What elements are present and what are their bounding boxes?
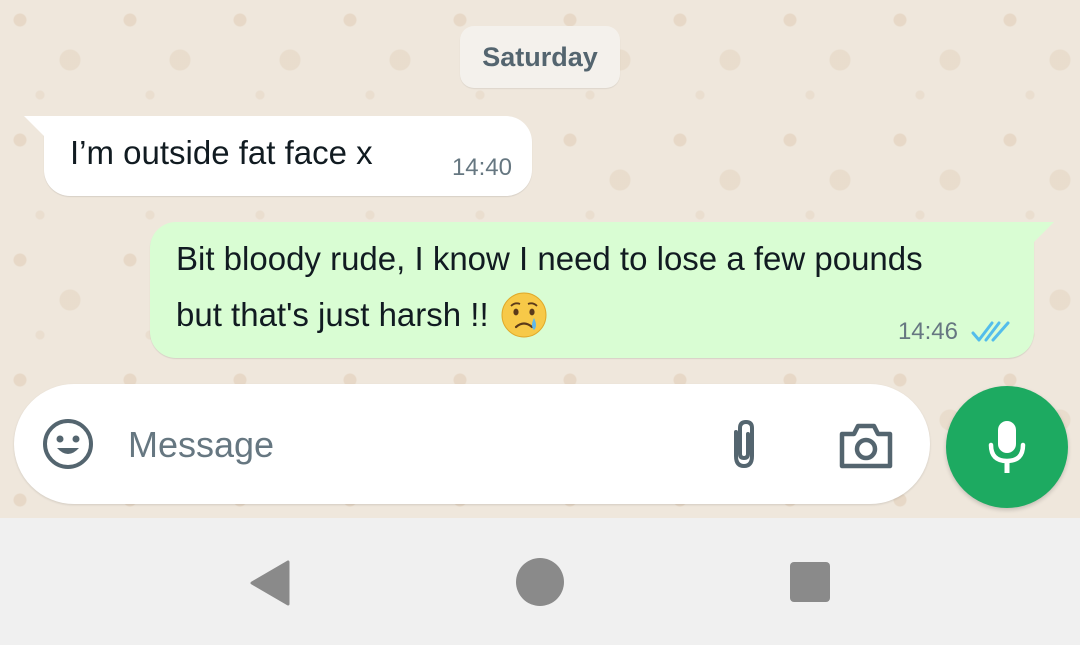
message-composer: Message [14,384,930,504]
outgoing-message-line-2-row: but that's just harsh !! [176,290,549,340]
date-separator-label: Saturday [482,41,598,72]
home-icon[interactable] [516,558,564,606]
paperclip-icon[interactable] [720,418,768,472]
outgoing-message-bubble[interactable]: Bit bloody rude, I know I need to lose a… [150,222,1054,358]
voice-message-button[interactable] [946,386,1068,508]
outgoing-message-meta: 14:46 [898,318,1012,346]
outgoing-message-line-2: but that's just harsh !! [176,296,489,333]
outgoing-message-line-1: Bit bloody rude, I know I need to lose a… [176,240,923,277]
incoming-message-time: 14:40 [451,154,512,181]
smiley-icon[interactable] [40,416,96,472]
incoming-message-text: I’m outside fat face x [70,134,373,171]
recents-icon[interactable] [790,562,830,602]
message-input[interactable]: Message [128,424,274,466]
incoming-message-bubble[interactable]: I’m outside fat face x 14:40 [24,116,532,196]
read-receipt-icon [971,321,1010,342]
outgoing-message-time: 14:46 [897,318,958,345]
mic-icon [988,421,1026,473]
crying-face-emoji-icon [501,292,547,338]
back-icon[interactable] [248,560,292,606]
date-separator: Saturday [460,26,620,88]
camera-icon[interactable] [836,418,896,472]
